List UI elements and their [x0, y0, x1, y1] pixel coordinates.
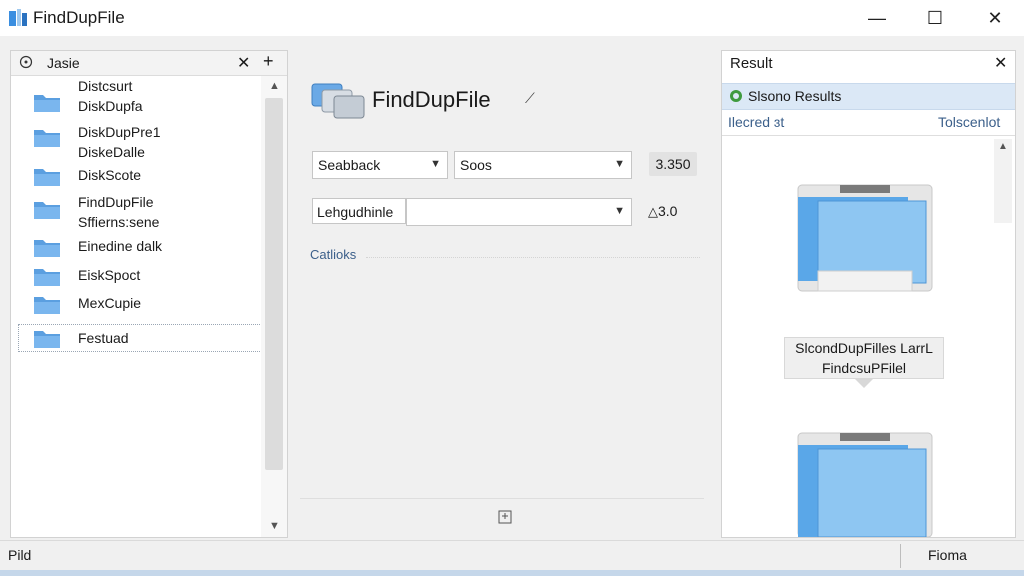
- folder-icon: [34, 297, 60, 314]
- results-band-label: Slsono Results: [748, 88, 842, 104]
- tree-item[interactable]: EiskSpoct: [19, 265, 261, 289]
- scroll-up-arrow-icon[interactable]: ▲: [998, 141, 1008, 152]
- taskbar-strip: [0, 570, 1024, 576]
- search-area: FindDupFile ⟋ Seabback ▼ Soos ▼ 3.350 Le…: [300, 50, 708, 536]
- dropdown-value: Soos: [460, 157, 492, 173]
- results-panel: Result ✕ Slsono Results Ilecred ɜt Tolsc…: [721, 50, 1016, 538]
- folder-icon: [34, 202, 60, 219]
- tree-item[interactable]: MexCupie: [19, 293, 261, 317]
- folder-panel-header: Jasie ✕ +: [11, 51, 287, 76]
- tooltip-line: SlcondDupFilles LarrL: [795, 340, 933, 356]
- dropdown-value: Seabback: [318, 157, 381, 173]
- minimize-button[interactable]: —: [860, 6, 894, 30]
- folder-icon: [34, 240, 60, 257]
- results-panel-title: Result: [730, 55, 773, 72]
- size-value[interactable]: 3.350: [649, 152, 697, 176]
- tree-item[interactable]: Distcsurt DiskDupfa: [19, 76, 261, 116]
- tree-item-label: EiskSpoct: [78, 267, 141, 283]
- results-header-band: Slsono Results: [722, 83, 1015, 110]
- hanger-icon: △: [648, 204, 658, 219]
- folder-panel-close-button[interactable]: ✕: [237, 53, 250, 73]
- close-button[interactable]: ✕: [978, 6, 1012, 30]
- folder-icon: [34, 95, 60, 112]
- categories-link[interactable]: Catlioks: [310, 247, 356, 262]
- maximize-button[interactable]: ☐: [918, 6, 952, 30]
- scroll-down-arrow-icon[interactable]: ▼: [269, 520, 280, 532]
- status-bar: Pild Fioma: [0, 540, 1024, 571]
- edit-pen-icon[interactable]: ⟋: [525, 90, 535, 107]
- file-tooltip: SlcondDupFilles LarrL FindcsuPFilel: [784, 337, 944, 379]
- chevron-down-icon: ▼: [430, 158, 441, 170]
- length-value[interactable]: △3.0: [648, 203, 677, 220]
- tree-item-label: DiskeDalle: [78, 144, 145, 160]
- scroll-up-arrow-icon[interactable]: ▲: [269, 80, 280, 92]
- status-right-text: Fioma: [928, 547, 967, 563]
- divider: [300, 498, 704, 499]
- tree-item-label: Einedine dalk: [78, 238, 163, 254]
- divider: [722, 135, 1015, 136]
- tree-item-label: DiskDupPre1: [78, 124, 161, 140]
- search-type-dropdown[interactable]: Seabback ▼: [312, 151, 448, 179]
- title-bar: FindDupFile — ☐ ✕: [0, 0, 1024, 36]
- app-logo-icon: [311, 83, 365, 119]
- tree-item-label: MexCupie: [78, 295, 142, 311]
- length-dropdown[interactable]: ▼: [406, 198, 632, 226]
- folder-panel-title: Jasie: [47, 55, 80, 71]
- tree-item-label: Distcsurt: [78, 78, 133, 94]
- target-icon: [19, 55, 33, 69]
- app-icon: [9, 9, 27, 26]
- tree-item[interactable]: FindDupFile Sffierns:sene: [19, 192, 261, 232]
- tree-item-label: DiskDupfa: [78, 98, 143, 114]
- column-header-right[interactable]: Tolscenlot: [938, 114, 1000, 130]
- column-header-left[interactable]: Ilecred ɜt: [728, 114, 784, 130]
- results-panel-close-button[interactable]: ✕: [994, 53, 1007, 73]
- folder-panel: Jasie ✕ + Distcsurt DiskDupfa DiskDupPre…: [10, 50, 288, 538]
- drive-icon[interactable]: [796, 431, 934, 537]
- status-separator: [900, 544, 901, 568]
- tooltip-pointer: [854, 378, 874, 388]
- tree-item[interactable]: DiskScote: [19, 165, 261, 189]
- tree-item[interactable]: Einedine dalk: [19, 236, 261, 260]
- folder-icon: [34, 269, 60, 286]
- chevron-down-icon: ▼: [614, 205, 625, 217]
- tree-item-label: Sffierns:sene: [78, 214, 160, 230]
- tree-item-selected[interactable]: Festuad: [18, 324, 261, 352]
- tooltip-line: FindcsuPFilel: [821, 360, 907, 376]
- expand-icon[interactable]: [498, 510, 512, 524]
- folder-icon: [34, 169, 60, 186]
- length-label: Lehgudhinle: [312, 198, 406, 224]
- divider: [366, 257, 700, 258]
- tree-item[interactable]: DiskDupPre1 DiskeDalle: [19, 122, 261, 162]
- scope-dropdown[interactable]: Soos ▼: [454, 151, 632, 179]
- status-text: Pild: [8, 547, 32, 563]
- tree-item-label: Festuad: [78, 330, 129, 346]
- app-heading: FindDupFile: [372, 87, 491, 112]
- folder-tree-scrollbar[interactable]: ▲ ▼: [261, 76, 287, 537]
- folder-icon: [34, 130, 60, 147]
- chevron-down-icon: ▼: [614, 158, 625, 170]
- refresh-icon: [730, 90, 742, 102]
- window-title: FindDupFile: [33, 8, 125, 27]
- tree-item-label: FindDupFile: [78, 194, 154, 210]
- scroll-thumb[interactable]: [265, 98, 283, 470]
- folder-icon: [34, 331, 60, 348]
- results-scrollbar[interactable]: ▲: [994, 139, 1012, 223]
- folder-panel-add-button[interactable]: +: [263, 51, 274, 72]
- drive-icon[interactable]: [796, 183, 934, 301]
- tree-item-label: DiskScote: [78, 167, 142, 183]
- folder-tree: Distcsurt DiskDupfa DiskDupPre1 DiskeDal…: [11, 76, 261, 536]
